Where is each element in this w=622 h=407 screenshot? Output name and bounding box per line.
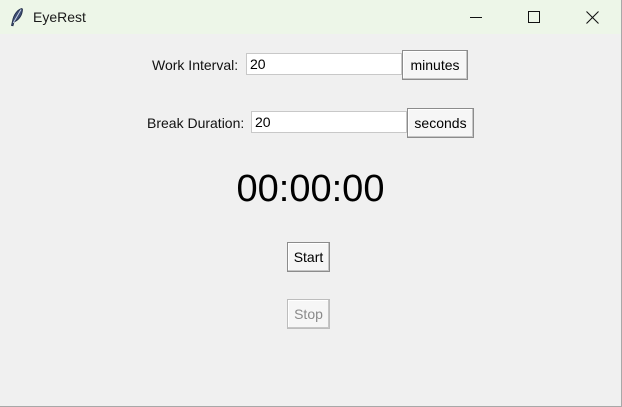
stop-button[interactable]: Stop [287, 299, 330, 329]
work-interval-label: Work Interval: [152, 57, 239, 73]
window-title: EyeRest [33, 9, 86, 25]
maximize-button[interactable] [505, 0, 563, 34]
minimize-icon [470, 11, 482, 23]
minutes-button[interactable]: minutes [402, 50, 468, 80]
work-interval-input[interactable] [246, 53, 402, 75]
close-icon [585, 10, 599, 24]
maximize-icon [528, 11, 540, 23]
title-bar[interactable]: EyeRest [0, 0, 621, 34]
countdown-display: 00:00:00 [236, 168, 385, 210]
start-button[interactable]: Start [287, 242, 330, 272]
seconds-button[interactable]: seconds [407, 108, 474, 138]
minimize-button[interactable] [447, 0, 505, 34]
close-button[interactable] [563, 0, 621, 34]
feather-icon [9, 7, 25, 27]
break-duration-input[interactable] [251, 111, 407, 133]
app-window: EyeRest Work Interval: minutes Break Dur… [0, 0, 622, 407]
break-duration-label: Break Duration: [147, 115, 245, 131]
